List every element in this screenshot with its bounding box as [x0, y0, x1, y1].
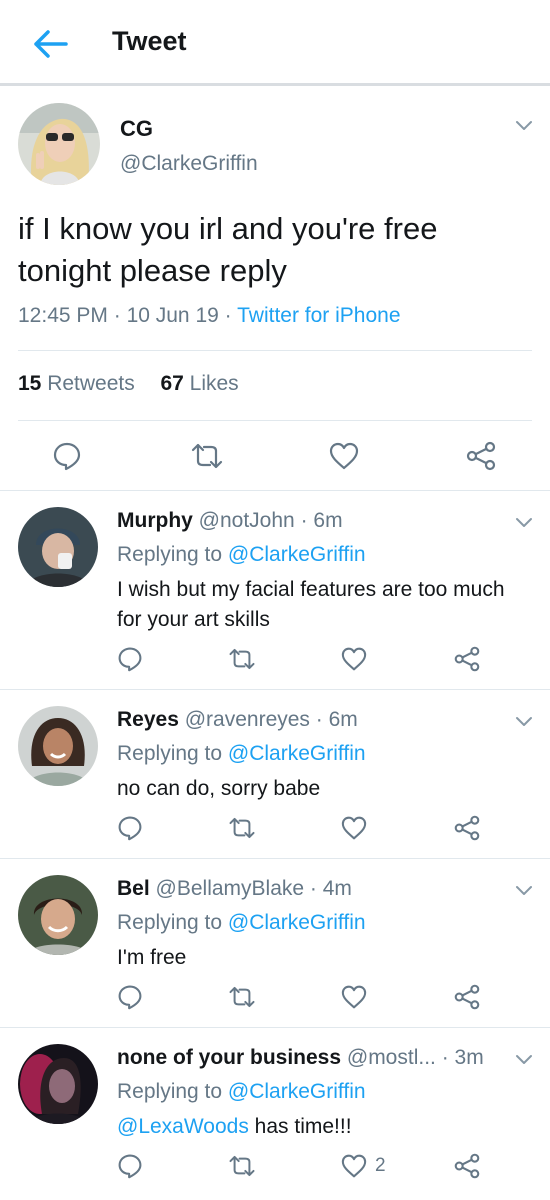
share-icon[interactable]: [454, 643, 480, 675]
reply-header: none of your business @mostl... · 3m: [117, 1046, 484, 1069]
share-icon[interactable]: [454, 812, 480, 844]
reply-author-handle[interactable]: @notJohn: [199, 509, 295, 532]
retweet-icon[interactable]: [228, 812, 256, 844]
avatar[interactable]: [18, 507, 98, 587]
reply-author-name[interactable]: Bel: [117, 877, 150, 900]
replying-to: Replying to @ClarkeGriffin: [117, 1080, 366, 1103]
author-name[interactable]: CG: [120, 116, 153, 142]
chevron-down-icon[interactable]: [512, 1048, 536, 1072]
reply-header: Bel @BellamyBlake · 4m: [117, 877, 352, 900]
like-heart-icon[interactable]: [341, 643, 375, 675]
reply-icon[interactable]: [117, 812, 143, 844]
reply-time: 6m: [313, 509, 343, 532]
retweet-icon[interactable]: [228, 981, 256, 1013]
tweet-stats: 15 Retweets 67 Likes: [18, 372, 239, 396]
reply-header: Murphy @notJohn · 6m: [117, 509, 343, 532]
reply-icon[interactable]: [117, 1150, 143, 1182]
reply-text: no can do, sorry babe: [117, 777, 321, 800]
reply-author-name[interactable]: Murphy: [117, 509, 193, 532]
reply-author-name[interactable]: Reyes: [117, 708, 179, 731]
retweets-stat[interactable]: 15 Retweets: [18, 372, 135, 395]
tweet-source-link[interactable]: Twitter for iPhone: [237, 304, 400, 327]
tweet-actions: [0, 434, 550, 478]
mention-link[interactable]: @ClarkeGriffin: [228, 543, 366, 566]
replying-to: Replying to @ClarkeGriffin: [117, 911, 366, 934]
divider: [18, 350, 532, 351]
chevron-down-icon[interactable]: [512, 114, 536, 138]
reply-icon[interactable]: [117, 643, 143, 675]
tweet-text: if I know you irl and you're free tonigh…: [18, 211, 438, 288]
reply-time: 4m: [322, 877, 352, 900]
like-count: 2: [375, 1155, 386, 1176]
reply-icon[interactable]: [52, 440, 82, 472]
reply-text: I'm free: [117, 946, 187, 969]
reply-author-handle[interactable]: @mostl...: [347, 1046, 436, 1069]
back-arrow-icon[interactable]: [28, 22, 72, 66]
reply-actions: [0, 812, 550, 844]
avatar[interactable]: [18, 706, 98, 786]
retweet-icon[interactable]: [228, 643, 256, 675]
retweet-icon[interactable]: [228, 1150, 256, 1182]
reply-text: I wish but my facial features are too mu…: [117, 578, 505, 631]
likes-stat[interactable]: 67 Likes: [160, 372, 238, 395]
reply-time: 6m: [328, 708, 358, 731]
tweet-time: 12:45 PM: [18, 304, 108, 327]
chevron-down-icon[interactable]: [512, 879, 536, 903]
avatar[interactable]: [18, 1044, 98, 1124]
reply-tweet[interactable]: Reyes @ravenreyes · 6m Replying to @Clar…: [0, 689, 550, 858]
replying-to: Replying to @ClarkeGriffin: [117, 543, 366, 566]
top-bar: Tweet: [0, 0, 550, 86]
reply-text: @LexaWoods has time!!!: [117, 1115, 352, 1138]
page-title: Tweet: [112, 26, 187, 56]
tweet-date: 10 Jun 19: [126, 304, 219, 327]
reply-actions: 2: [0, 1150, 550, 1182]
reply-tweet[interactable]: none of your business @mostl... · 3m Rep…: [0, 1027, 550, 1200]
mention-link[interactable]: @ClarkeGriffin: [228, 1080, 366, 1103]
avatar[interactable]: [18, 103, 100, 185]
retweet-icon[interactable]: [190, 440, 224, 472]
reply-actions: [0, 643, 550, 675]
chevron-down-icon[interactable]: [512, 710, 536, 734]
share-icon[interactable]: [454, 981, 480, 1013]
reply-author-handle[interactable]: @BellamyBlake: [156, 877, 305, 900]
like-heart-icon[interactable]: 2: [341, 1150, 386, 1182]
reply-author-name[interactable]: none of your business: [117, 1046, 341, 1069]
divider: [18, 420, 532, 421]
reply-tweet[interactable]: Murphy @notJohn · 6m Replying to @Clarke…: [0, 490, 550, 689]
mention-link[interactable]: @LexaWoods: [117, 1115, 249, 1138]
main-tweet: CG @ClarkeGriffin if I know you irl and …: [0, 86, 550, 490]
share-icon[interactable]: [466, 440, 496, 472]
mention-link[interactable]: @ClarkeGriffin: [228, 742, 366, 765]
reply-time: 3m: [454, 1046, 484, 1069]
replying-to: Replying to @ClarkeGriffin: [117, 742, 366, 765]
like-heart-icon[interactable]: [341, 981, 375, 1013]
share-icon[interactable]: [454, 1150, 480, 1182]
like-heart-icon[interactable]: [329, 440, 359, 472]
mention-link[interactable]: @ClarkeGriffin: [228, 911, 366, 934]
tweet-meta: 12:45 PM · 10 Jun 19 · Twitter for iPhon…: [18, 304, 401, 327]
reply-actions: [0, 981, 550, 1013]
reply-tweet[interactable]: Bel @BellamyBlake · 4m Replying to @Clar…: [0, 858, 550, 1027]
like-heart-icon[interactable]: [341, 812, 375, 844]
reply-icon[interactable]: [117, 981, 143, 1013]
reply-author-handle[interactable]: @ravenreyes: [185, 708, 310, 731]
avatar[interactable]: [18, 875, 98, 955]
author-handle[interactable]: @ClarkeGriffin: [120, 152, 258, 176]
chevron-down-icon[interactable]: [512, 511, 536, 535]
reply-header: Reyes @ravenreyes · 6m: [117, 708, 358, 731]
